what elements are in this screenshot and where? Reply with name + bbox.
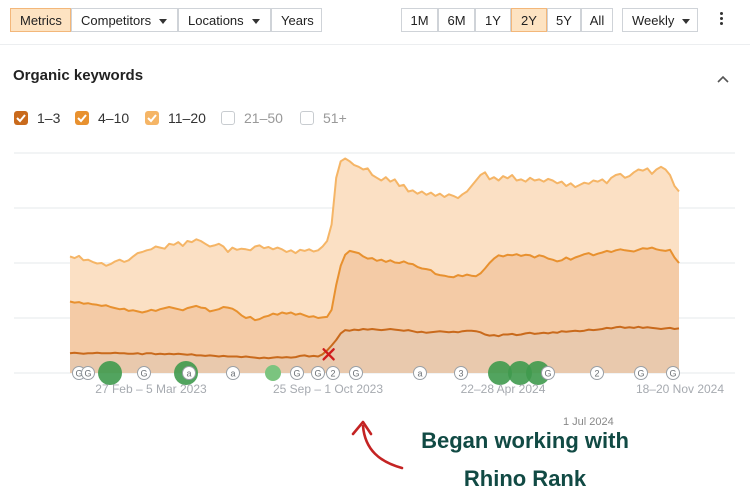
svg-text:G: G	[314, 369, 321, 379]
svg-text:G: G	[352, 369, 359, 379]
chevron-up-icon[interactable]	[717, 70, 729, 83]
legend-label: 51+	[323, 110, 347, 126]
tab-metrics-label: Metrics	[20, 13, 62, 28]
range-1y-button[interactable]: 1Y	[475, 8, 511, 32]
svg-text:G: G	[669, 369, 676, 379]
event-marker-a[interactable]: a	[413, 366, 427, 380]
event-dot[interactable]	[265, 365, 281, 381]
checkbox-checked-icon	[14, 111, 28, 125]
event-marker-G[interactable]: G	[349, 366, 363, 380]
range-all-button[interactable]: All	[581, 8, 613, 32]
svg-text:a: a	[417, 369, 422, 379]
chevron-down-icon	[159, 19, 168, 25]
svg-text:a: a	[230, 369, 235, 379]
x-tick-label: 22–28 Apr 2024	[461, 382, 546, 396]
toolbar: Metrics Competitors Locations Years 1M 6…	[0, 0, 750, 42]
tab-competitors[interactable]: Competitors	[71, 8, 178, 32]
tab-locations[interactable]: Locations	[178, 8, 271, 32]
legend-item-51-plus[interactable]: 51+	[300, 109, 347, 127]
interval-select[interactable]: Weekly	[622, 8, 698, 32]
event-marker-3[interactable]: 3	[454, 366, 468, 380]
tab-metrics[interactable]: Metrics	[10, 8, 71, 32]
range-label: 1Y	[485, 13, 501, 28]
date-label-extra: 1 Jul 2024	[563, 416, 614, 428]
event-marker-G[interactable]: G	[137, 366, 151, 380]
range-label: 1M	[410, 13, 429, 28]
event-marker-G[interactable]: G	[634, 366, 648, 380]
x-tick-label: 25 Sep – 1 Oct 2023	[273, 382, 383, 396]
legend-item-11-20[interactable]: 11–20	[145, 109, 206, 127]
event-marker-G[interactable]: G	[541, 366, 555, 380]
chevron-down-icon	[251, 19, 260, 25]
event-marker-a[interactable]: a	[226, 366, 240, 380]
svg-text:G: G	[140, 369, 147, 379]
range-2y-button[interactable]: 2Y	[511, 8, 547, 32]
range-1m-button[interactable]: 1M	[401, 8, 438, 32]
svg-text:a: a	[186, 369, 191, 379]
svg-text:3: 3	[458, 369, 463, 379]
checkbox-checked-icon	[75, 111, 89, 125]
legend-label: 1–3	[37, 110, 61, 126]
svg-text:G: G	[544, 369, 551, 379]
event-marker-G[interactable]: G	[666, 366, 680, 380]
organic-keywords-chart: GGGaaGG2Ga3G2GG 27 Feb – 5 Mar 2023 25 Se…	[14, 152, 735, 396]
chevron-down-icon	[682, 19, 691, 25]
tab-locations-label: Locations	[188, 13, 244, 28]
legend-item-4-10[interactable]: 4–10	[75, 109, 129, 127]
x-tick-label: 18–20 Nov 2024	[636, 382, 724, 396]
svg-text:G: G	[84, 369, 91, 379]
svg-text:2: 2	[330, 369, 335, 379]
checkbox-unchecked-icon	[221, 111, 235, 125]
legend-label: 21–50	[244, 110, 283, 126]
tab-years[interactable]: Years	[271, 8, 322, 32]
annotation-line-1: Began working with	[421, 428, 629, 453]
legend-item-21-50[interactable]: 21–50	[221, 109, 283, 127]
range-label: All	[589, 13, 605, 28]
tab-competitors-label: Competitors	[81, 13, 152, 28]
event-marker-a[interactable]: a	[182, 366, 196, 380]
range-label: 6M	[447, 13, 466, 28]
tab-years-label: Years	[281, 13, 314, 28]
range-5y-button[interactable]: 5Y	[547, 8, 581, 32]
svg-text:G: G	[637, 369, 644, 379]
event-marker-2[interactable]: 2	[590, 366, 604, 380]
x-tick-label: 27 Feb – 5 Mar 2023	[95, 382, 207, 396]
event-marker-G[interactable]: G	[81, 366, 95, 380]
legend-label: 4–10	[98, 110, 130, 126]
range-label: 5Y	[556, 13, 572, 28]
event-marker-G[interactable]: G	[290, 366, 304, 380]
svg-text:2: 2	[594, 369, 599, 379]
annotation-line-2: Rhino Rank	[463, 466, 587, 491]
more-options-icon[interactable]	[716, 10, 726, 30]
legend-item-1-3[interactable]: 1–3	[14, 109, 60, 127]
checkbox-unchecked-icon	[300, 111, 314, 125]
event-marker-G[interactable]: G	[311, 366, 325, 380]
event-marker-2[interactable]: 2	[326, 366, 340, 380]
svg-text:G: G	[293, 369, 300, 379]
range-label: 2Y	[521, 13, 537, 28]
interval-label: Weekly	[632, 13, 675, 28]
section-title: Organic keywords	[13, 67, 144, 84]
legend-label: 11–20	[168, 110, 206, 126]
checkbox-checked-icon	[145, 111, 159, 125]
range-6m-button[interactable]: 6M	[438, 8, 475, 32]
toolbar-divider	[0, 44, 750, 45]
